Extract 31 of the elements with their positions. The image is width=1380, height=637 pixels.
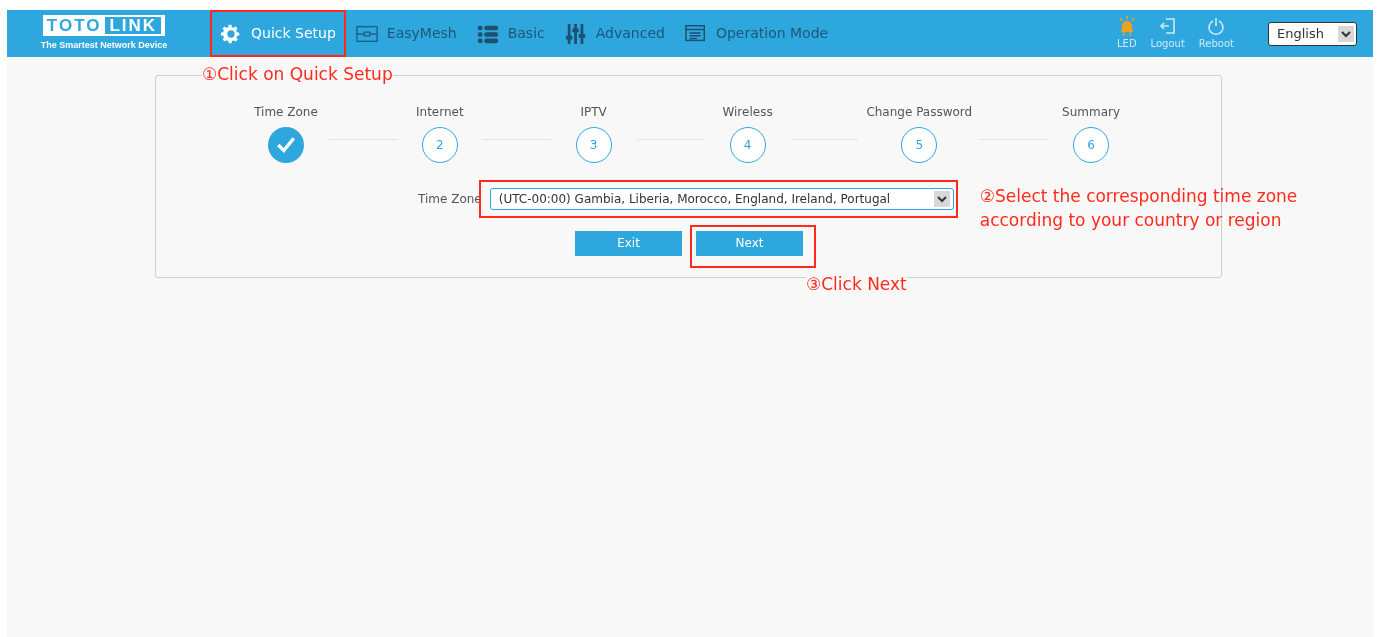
step-label: Change Password — [866, 104, 973, 121]
step-number: 3 — [575, 127, 612, 163]
step-label: Internet — [416, 104, 464, 121]
sliders-icon — [564, 22, 587, 45]
step-label: Wireless — [722, 104, 773, 121]
action-button[interactable]: Exit — [575, 230, 682, 256]
action-button[interactable]: Next — [696, 230, 803, 256]
toolbar-button[interactable]: Reboot — [1198, 16, 1234, 51]
toolbar-button[interactable]: Logout — [1150, 16, 1185, 51]
time-zone-select[interactable]: (UTC-00:00) Gambia, Liberia, Morocco, England, Ireland, Portugal — [489, 188, 954, 210]
toolbar-button[interactable]: LED — [1117, 16, 1137, 51]
step-number: 4 — [729, 127, 766, 163]
nav-tab[interactable]: Basic — [470, 10, 551, 57]
nav-tab[interactable]: Operation Mode — [678, 10, 835, 57]
nav-tab[interactable]: Advanced — [558, 10, 671, 57]
gear-icon — [220, 22, 242, 45]
bulb-icon — [1117, 16, 1136, 36]
nav-tab[interactable]: Quick Setup — [214, 10, 342, 57]
step-label: Time Zone — [254, 104, 318, 121]
logout-icon — [1158, 16, 1177, 36]
dropdown-caret-icon — [1338, 25, 1354, 42]
step-label: IPTV — [580, 104, 607, 121]
language-select[interactable]: English — [1268, 21, 1357, 46]
power-icon — [1207, 16, 1226, 36]
nav-tab[interactable]: EasyMesh — [349, 10, 463, 57]
dropdown-caret-icon — [933, 191, 950, 207]
step-number: 5 — [901, 127, 938, 163]
step-number: 6 — [1073, 127, 1110, 163]
annotation-text: ②Select the corresponding time zone according to your country or region — [979, 185, 1299, 232]
step-label: Summary — [1062, 104, 1121, 121]
step-number: 2 — [421, 127, 458, 163]
